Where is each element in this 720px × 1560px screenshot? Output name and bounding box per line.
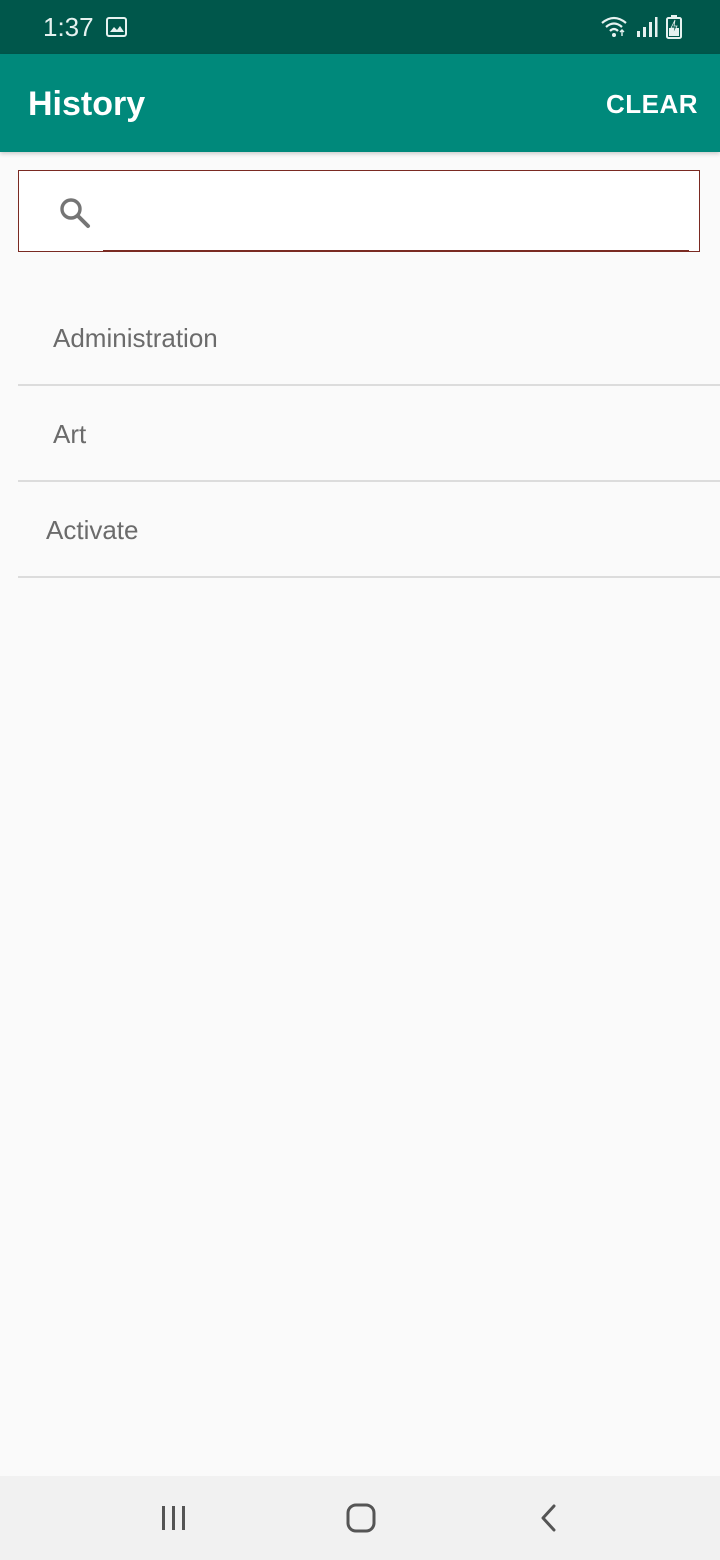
status-icons [600,14,682,40]
status-bar: 1:37 [0,0,720,54]
search-icon [60,198,90,228]
clear-button[interactable]: CLEAR [606,86,698,122]
home-button[interactable] [339,1496,383,1540]
signal-icon [637,17,658,37]
search-input[interactable] [103,183,689,251]
history-list: Administration Art Activate [18,290,720,578]
list-item-art[interactable]: Art [18,386,720,482]
gallery-icon [106,17,127,37]
wifi-icon [601,16,627,37]
list-item-label: Art [53,419,87,449]
recent-apps-icon [162,1506,185,1530]
back-icon [541,1504,556,1532]
search-box [18,170,700,252]
home-icon [346,1503,376,1533]
list-item-activate[interactable]: Activate [18,482,720,578]
back-button[interactable] [527,1496,571,1540]
battery-charging-icon [666,15,682,39]
app-bar: History CLEAR [0,54,720,152]
list-item-label: Activate [46,515,139,545]
list-item-label: Administration [53,323,218,353]
navigation-bar [0,1476,720,1560]
status-time: 1:37 [43,12,94,42]
list-item-administration[interactable]: Administration [18,290,720,386]
page-title: History [28,85,146,123]
recent-apps-button[interactable] [152,1496,196,1540]
